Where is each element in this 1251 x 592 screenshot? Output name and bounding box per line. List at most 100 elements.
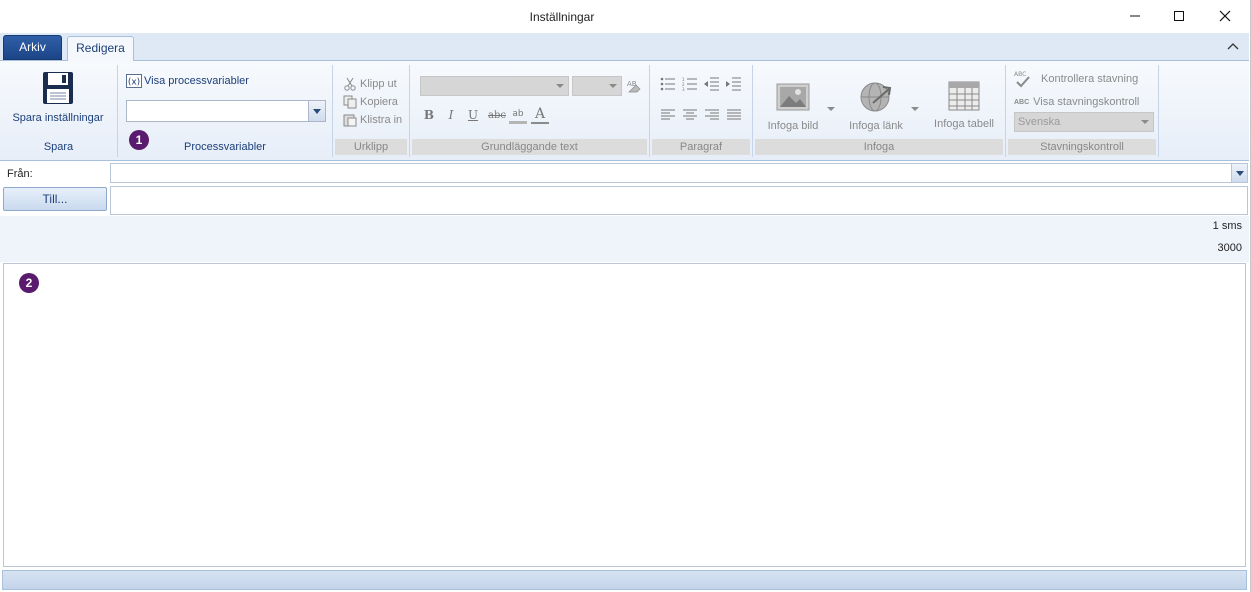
group-label-paragraf: Paragraf: [652, 139, 750, 155]
show-spellcheck-label: Visa stavningskontroll: [1033, 96, 1140, 108]
process-variable-combo[interactable]: [126, 100, 326, 122]
numbered-list-icon: 123: [682, 77, 697, 92]
align-center-button[interactable]: [682, 109, 698, 124]
group-label-spara: Spara: [43, 141, 74, 153]
chevron-down-icon[interactable]: [827, 107, 835, 111]
clear-format-button[interactable]: AB: [625, 77, 643, 95]
align-left-button[interactable]: [660, 109, 676, 124]
tab-arkiv[interactable]: Arkiv: [3, 35, 62, 60]
from-field[interactable]: [110, 163, 1248, 183]
save-settings-button[interactable]: Spara inställningar: [4, 71, 112, 129]
font-color-button[interactable]: A: [531, 106, 549, 124]
svg-text:(x): (x): [128, 78, 140, 88]
group-spara: Spara inställningar Spara: [0, 65, 118, 157]
group-stavningskontroll: ABC Kontrollera stavning ABC Visa stavni…: [1006, 65, 1159, 157]
close-button[interactable]: [1202, 0, 1248, 32]
group-paragraf: 123 Paragraf: [650, 65, 753, 157]
group-basic-text: AB B I U abc ab A Grundläggande text: [410, 65, 650, 157]
show-process-variables-button[interactable]: (x) Visa processvariabler: [126, 73, 249, 89]
insert-image-button[interactable]: Infoga bild: [761, 73, 825, 132]
font-size-combo[interactable]: [572, 76, 622, 96]
status-bar: [2, 570, 1247, 590]
paste-button[interactable]: Klistra in: [343, 112, 402, 128]
globe-link-icon: [860, 82, 892, 112]
callout-badge-2: 2: [19, 273, 39, 293]
align-center-icon: [683, 109, 697, 120]
insert-link-label: Infoga länk: [849, 120, 903, 132]
from-dropdown-button[interactable]: [1231, 164, 1247, 182]
paste-label: Klistra in: [360, 114, 403, 126]
insert-image-label: Infoga bild: [767, 120, 819, 132]
bold-button[interactable]: B: [420, 106, 438, 124]
highlight-button[interactable]: ab: [509, 106, 527, 124]
title-bar: Inställningar: [0, 0, 1249, 33]
minimize-icon: [1130, 15, 1140, 17]
align-right-icon: [705, 109, 719, 120]
spellcheck-icon-text: ABC: [1014, 71, 1026, 78]
group-label-urklipp: Urklipp: [335, 139, 407, 155]
justify-button[interactable]: [726, 109, 742, 124]
tab-redigera[interactable]: Redigera: [67, 36, 134, 62]
save-settings-label: Spara inställningar: [12, 112, 104, 124]
check-spelling-button[interactable]: ABC Kontrollera stavning: [1014, 71, 1139, 88]
to-button[interactable]: Till...: [3, 187, 107, 211]
minimize-button[interactable]: [1112, 0, 1158, 32]
decrease-indent-icon: [704, 77, 719, 91]
chevron-down-icon[interactable]: [911, 107, 919, 111]
chevron-down-icon: [1235, 170, 1244, 176]
cut-button[interactable]: Klipp ut: [343, 76, 397, 92]
settings-window: Inställningar Arkiv Redigera Spara instä…: [0, 0, 1251, 592]
font-family-combo[interactable]: [420, 76, 569, 96]
clipboard-icon: [343, 114, 357, 127]
spellcheck-language-combo[interactable]: Svenska: [1014, 112, 1154, 132]
strikethrough-button[interactable]: abc: [486, 106, 508, 124]
scissors-icon: [344, 77, 356, 91]
check-spelling-label: Kontrollera stavning: [1041, 73, 1139, 85]
insert-table-button[interactable]: Infoga tabell: [927, 73, 1001, 130]
sms-count: 1 sms: [1212, 220, 1242, 232]
bullet-list-icon: [660, 77, 675, 91]
close-icon: [1219, 10, 1231, 22]
increase-indent-icon: [726, 77, 741, 91]
maximize-icon: [1174, 11, 1184, 21]
group-urklipp: Klipp ut Kopiera Klistra in Urklipp: [333, 65, 410, 157]
chevron-down-icon: [609, 84, 617, 88]
to-field[interactable]: [110, 186, 1248, 215]
group-label-processvariabler: Processvariabler: [184, 141, 266, 153]
table-icon: [948, 81, 980, 111]
chevron-down-icon: [556, 84, 564, 88]
increase-indent-button[interactable]: [726, 77, 742, 94]
svg-text:3: 3: [682, 87, 685, 91]
group-label-stavningskontroll: Stavningskontroll: [1008, 139, 1156, 155]
group-infoga: Infoga bild Infoga länk Infoga tabell In…: [753, 65, 1006, 157]
group-processvariabler: (x) Visa processvariabler 1 Processvaria…: [118, 65, 333, 157]
align-right-button[interactable]: [704, 109, 720, 124]
collapse-ribbon-button[interactable]: [1226, 41, 1240, 53]
counter-area: [0, 216, 1249, 262]
show-process-variables-label: Visa processvariabler: [144, 75, 249, 87]
spellcheck-abc-icon: ABC: [1014, 98, 1030, 106]
combo-dropdown-button[interactable]: [308, 101, 325, 121]
underline-button[interactable]: U: [464, 106, 482, 124]
clear-format-icon: AB: [627, 80, 641, 93]
char-count: 3000: [1217, 242, 1242, 254]
numbered-list-button[interactable]: 123: [682, 77, 698, 94]
copy-label: Kopiera: [360, 96, 398, 108]
justify-icon: [727, 109, 741, 120]
italic-button[interactable]: I: [442, 106, 460, 124]
spellcheck-language-value: Svenska: [1018, 116, 1061, 128]
show-spellcheck-button[interactable]: ABC Visa stavningskontroll: [1014, 94, 1139, 110]
group-label-basic-text: Grundläggande text: [412, 139, 647, 155]
insert-link-button[interactable]: Infoga länk: [843, 73, 909, 132]
ribbon: Spara inställningar Spara (x) Visa proce…: [0, 61, 1249, 161]
decrease-indent-button[interactable]: [704, 77, 720, 94]
message-body-editor[interactable]: 2: [3, 263, 1246, 567]
maximize-button[interactable]: [1156, 0, 1202, 32]
spellcheck-icon: ABC: [1014, 71, 1030, 88]
bullet-list-button[interactable]: [660, 77, 676, 94]
copy-icon: [343, 95, 357, 109]
insert-table-label: Infoga tabell: [934, 118, 994, 130]
cut-label: Klipp ut: [360, 78, 397, 90]
window-title: Inställningar: [529, 10, 595, 24]
copy-button[interactable]: Kopiera: [343, 94, 398, 110]
